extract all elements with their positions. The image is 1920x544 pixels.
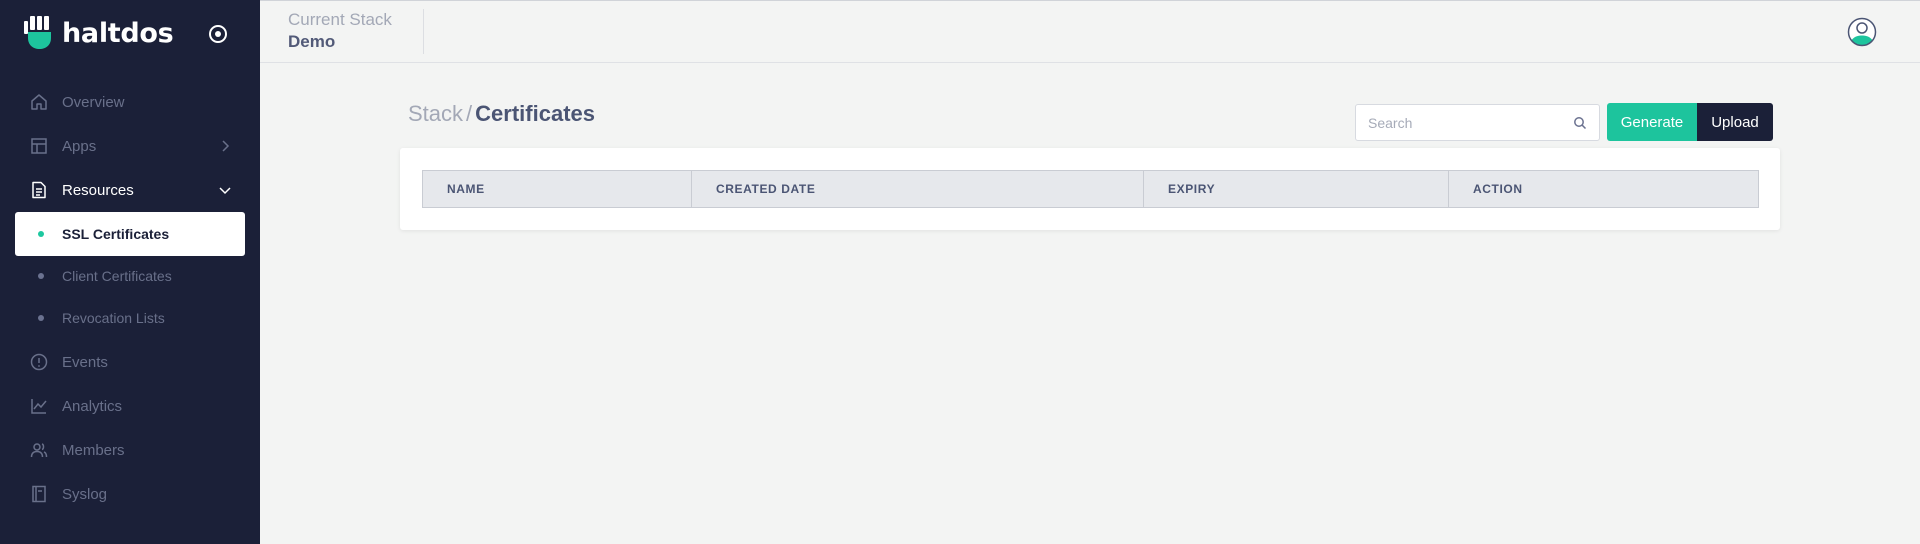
breadcrumb-separator: / — [466, 101, 473, 126]
sidebar-item-label: Analytics — [62, 397, 123, 415]
brand[interactable]: haltdos — [24, 16, 174, 50]
sidebar: haltdos Overview Apps Resources SSL Cert… — [0, 0, 260, 544]
sidebar-item-resources[interactable]: Resources — [0, 168, 260, 212]
certificates-table-header: NAME CREATED DATE EXPIRY ACTION — [422, 170, 1759, 208]
sidebar-item-label: Syslog — [62, 485, 108, 503]
sidebar-subitem-label: Revocation Lists — [62, 310, 165, 326]
user-avatar-icon[interactable] — [1847, 17, 1877, 47]
search-icon[interactable] — [1573, 116, 1587, 130]
topbar: Current Stack Demo — [260, 0, 1920, 63]
sidebar-item-overview[interactable]: Overview — [0, 80, 260, 124]
column-header-created-date[interactable]: CREATED DATE — [692, 171, 1144, 207]
sidebar-subitem-label: Client Certificates — [62, 268, 172, 284]
bullet-dot — [38, 315, 44, 321]
column-header-name[interactable]: NAME — [423, 171, 692, 207]
chevron-down-icon — [219, 187, 231, 195]
sidebar-subitem-label: SSL Certificates — [62, 226, 170, 242]
alert-circle-icon — [30, 353, 48, 371]
sidebar-item-label: Members — [62, 441, 125, 459]
breadcrumb: Stack / Certificates — [408, 101, 595, 127]
brand-name: haltdos — [62, 17, 174, 49]
upload-button[interactable]: Upload — [1697, 103, 1773, 141]
sidebar-subitem-ssl-certificates[interactable]: SSL Certificates — [15, 212, 245, 256]
sidebar-subitem-revocation-lists[interactable]: Revocation Lists — [15, 296, 245, 340]
sidebar-subitem-client-certificates[interactable]: Client Certificates — [15, 254, 245, 298]
sidebar-item-label: Events — [62, 353, 108, 371]
book-icon — [32, 485, 46, 503]
sidebar-item-label: Overview — [62, 93, 125, 111]
sidebar-item-events[interactable]: Events — [0, 340, 260, 384]
bullet-dot — [38, 273, 44, 279]
search-input[interactable] — [1356, 105, 1566, 140]
sidebar-item-label: Apps — [62, 137, 97, 155]
breadcrumb-parent[interactable]: Stack — [408, 101, 463, 126]
sidebar-item-apps[interactable]: Apps — [0, 124, 260, 168]
search-box — [1355, 104, 1600, 141]
chevron-right-icon — [222, 140, 230, 152]
column-header-action: ACTION — [1473, 182, 1523, 196]
sidebar-item-syslog[interactable]: Syslog — [0, 472, 260, 516]
layout-icon — [31, 138, 47, 154]
document-icon — [32, 181, 46, 199]
haltdos-logo-icon — [24, 16, 51, 49]
topbar-divider — [423, 9, 424, 54]
users-icon — [30, 443, 48, 458]
line-chart-icon — [31, 399, 47, 414]
column-header-expiry[interactable]: EXPIRY — [1144, 171, 1449, 207]
home-icon — [31, 94, 47, 110]
sidebar-item-label: Resources — [62, 181, 134, 199]
sidebar-item-members[interactable]: Members — [0, 428, 260, 472]
sidebar-item-analytics[interactable]: Analytics — [0, 384, 260, 428]
bullet-dot — [38, 231, 44, 237]
page-title: Certificates — [475, 101, 595, 126]
target-icon[interactable] — [206, 22, 230, 46]
current-stack-name[interactable]: Demo — [288, 32, 335, 52]
current-stack-label: Current Stack — [288, 10, 392, 29]
certificates-card: NAME CREATED DATE EXPIRY ACTION — [400, 148, 1780, 230]
generate-button[interactable]: Generate — [1607, 103, 1697, 141]
